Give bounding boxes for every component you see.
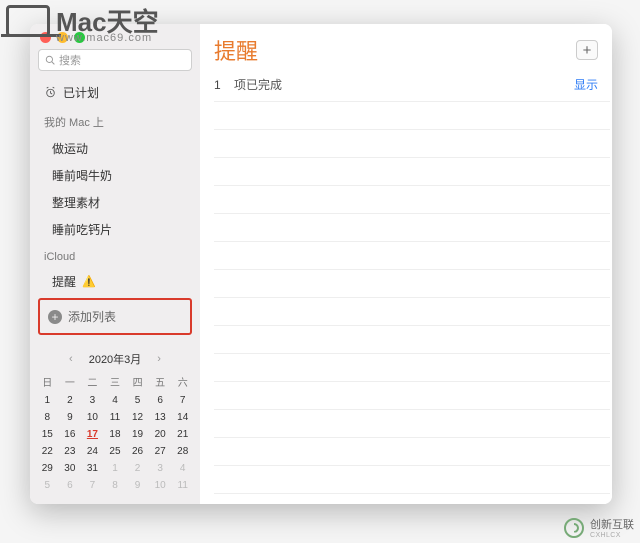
cal-day[interactable]: 10 [149,477,172,494]
search-input[interactable]: 搜索 [38,49,192,71]
search-placeholder: 搜索 [59,52,81,68]
cal-day[interactable]: 23 [59,443,82,460]
cal-day[interactable]: 6 [149,392,172,409]
cal-day[interactable]: 26 [126,443,149,460]
cal-day[interactable]: 11 [171,477,194,494]
cal-day[interactable]: 21 [171,426,194,443]
main-panel: 提醒 + 1 项已完成 显示 [200,24,612,504]
cal-day[interactable]: 1 [104,460,127,477]
cal-day[interactable]: 28 [171,443,194,460]
cal-dow: 二 [81,371,104,392]
reminders-list-area[interactable] [214,101,610,500]
cal-day[interactable]: 8 [104,477,127,494]
cal-title: 2020年3月 [89,351,142,367]
cal-day[interactable]: 20 [149,426,172,443]
completed-count: 1 [214,78,221,92]
cal-day[interactable]: 11 [104,409,127,426]
search-icon [45,55,55,65]
cal-dow: 一 [59,371,82,392]
cal-day[interactable]: 29 [36,460,59,477]
site-watermark: Mac天空 www.mac69.com [6,2,159,39]
warning-icon: ⚠️ [82,275,96,288]
watermark-subtitle: www.mac69.com [56,32,152,44]
cal-next[interactable]: › [151,353,167,365]
sidebar-list-item[interactable]: 睡前喝牛奶 [30,162,200,189]
sidebar-list-item[interactable]: 提醒 ⚠️ [30,268,200,288]
cal-day[interactable]: 27 [149,443,172,460]
scheduled-label: 已计划 [63,84,99,101]
cal-dow: 四 [126,371,149,392]
cal-dow: 六 [171,371,194,392]
cal-day[interactable]: 25 [104,443,127,460]
cal-day[interactable]: 5 [36,477,59,494]
cal-day[interactable]: 2 [126,460,149,477]
brand-logo-icon [564,518,584,538]
sidebar-section-icloud: iCloud [30,243,200,268]
add-reminder-button[interactable]: + [576,40,598,60]
cal-day[interactable]: 8 [36,409,59,426]
cal-day[interactable]: 22 [36,443,59,460]
device-icon [6,5,50,37]
reminders-window: 搜索 已计划 我的 Mac 上 做运动睡前喝牛奶整理素材睡前吃钙片 iCloud… [30,24,612,504]
cal-day[interactable]: 13 [149,409,172,426]
cal-dow: 日 [36,371,59,392]
cal-dow: 五 [149,371,172,392]
cal-prev[interactable]: ‹ [63,353,79,365]
alarm-icon [44,86,57,99]
sidebar-list-item[interactable]: 整理素材 [30,189,200,216]
cal-day[interactable]: 7 [171,392,194,409]
cal-day[interactable]: 31 [81,460,104,477]
cal-day[interactable]: 24 [81,443,104,460]
plus-circle-icon: + [48,310,62,324]
cal-day[interactable]: 5 [126,392,149,409]
cal-day[interactable]: 4 [171,460,194,477]
cal-day[interactable]: 19 [126,426,149,443]
cal-day[interactable]: 14 [171,409,194,426]
cal-day[interactable]: 2 [59,392,82,409]
completed-label: 项已完成 [234,78,282,92]
cal-day[interactable]: 6 [59,477,82,494]
cal-day[interactable]: 17 [81,426,104,443]
cal-day[interactable]: 18 [104,426,127,443]
cal-day[interactable]: 16 [59,426,82,443]
cal-day[interactable]: 12 [126,409,149,426]
add-list-label: 添加列表 [68,308,116,325]
brand-name: 创新互联 [590,519,634,531]
add-list-button[interactable]: + 添加列表 [38,298,192,335]
cal-day[interactable]: 4 [104,392,127,409]
cal-day[interactable]: 9 [59,409,82,426]
show-completed-button[interactable]: 显示 [574,76,598,93]
list-title: 提醒 [214,34,258,66]
mini-calendar: ‹ 2020年3月 › 日一二三四五六123456789101112131415… [30,341,200,504]
cal-day[interactable]: 1 [36,392,59,409]
cal-day[interactable]: 3 [149,460,172,477]
completed-row: 1 项已完成 显示 [200,72,612,101]
cal-day[interactable]: 7 [81,477,104,494]
cal-day[interactable]: 3 [81,392,104,409]
brand-sub: CXHLCX [590,532,634,539]
cal-day[interactable]: 30 [59,460,82,477]
sidebar-list-item[interactable]: 做运动 [30,135,200,162]
sidebar: 搜索 已计划 我的 Mac 上 做运动睡前喝牛奶整理素材睡前吃钙片 iCloud… [30,24,200,504]
cal-day[interactable]: 9 [126,477,149,494]
cal-day[interactable]: 10 [81,409,104,426]
cal-day[interactable]: 15 [36,426,59,443]
footer-brand: 创新互联 CXHLCX [564,516,634,539]
cal-dow: 三 [104,371,127,392]
sidebar-section-local: 我的 Mac 上 [30,106,200,135]
sidebar-scheduled[interactable]: 已计划 [30,79,200,106]
sidebar-list-item[interactable]: 睡前吃钙片 [30,216,200,243]
